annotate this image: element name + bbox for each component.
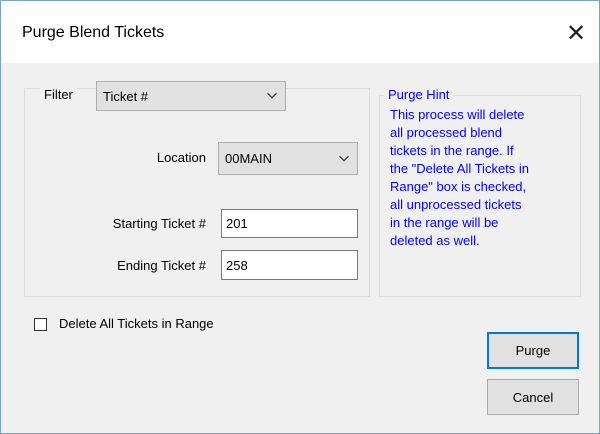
chevron-down-icon (339, 155, 349, 162)
purge-button[interactable]: Purge (487, 332, 579, 369)
cancel-button[interactable]: Cancel (487, 379, 579, 415)
title-bar: Purge Blend Tickets ✕ (1, 1, 599, 63)
starting-ticket-value: 201 (226, 216, 248, 231)
chevron-down-icon (267, 92, 277, 99)
location-select[interactable]: 00MAIN (218, 142, 358, 175)
purge-hint-text: This process will delete all processed b… (390, 106, 575, 250)
close-icon[interactable]: ✕ (561, 19, 591, 49)
delete-all-checkbox[interactable] (34, 318, 47, 331)
hint-line: deleted as well. (390, 233, 480, 248)
filter-select[interactable]: Ticket # (96, 81, 286, 111)
hint-line: the "Delete All Tickets in (390, 161, 530, 176)
hint-line: tickets in the range. If (390, 143, 514, 158)
window-title: Purge Blend Tickets (22, 24, 165, 41)
hint-line: all unprocessed tickets (390, 197, 522, 212)
filter-select-value: Ticket # (103, 88, 149, 104)
purge-hint-title: Purge Hint (384, 87, 454, 102)
starting-ticket-label: Starting Ticket # (112, 216, 206, 231)
hint-line: This process will delete (390, 107, 525, 122)
ending-ticket-input[interactable]: 258 (221, 250, 358, 280)
purge-dialog: Purge Blend Tickets ✕ Filter Ticket # Lo… (0, 0, 600, 434)
filter-label: Filter (40, 87, 77, 102)
hint-line: Range" box is checked, (390, 179, 527, 194)
ending-ticket-label: Ending Ticket # (117, 258, 206, 273)
delete-all-label[interactable]: Delete All Tickets in Range (59, 316, 214, 331)
hint-line: in the range will be (390, 215, 499, 230)
starting-ticket-input[interactable]: 201 (221, 209, 358, 238)
location-select-value: 00MAIN (225, 151, 272, 166)
location-label: Location (156, 150, 206, 165)
hint-line: all processed blend (390, 125, 503, 140)
ending-ticket-value: 258 (226, 257, 248, 273)
